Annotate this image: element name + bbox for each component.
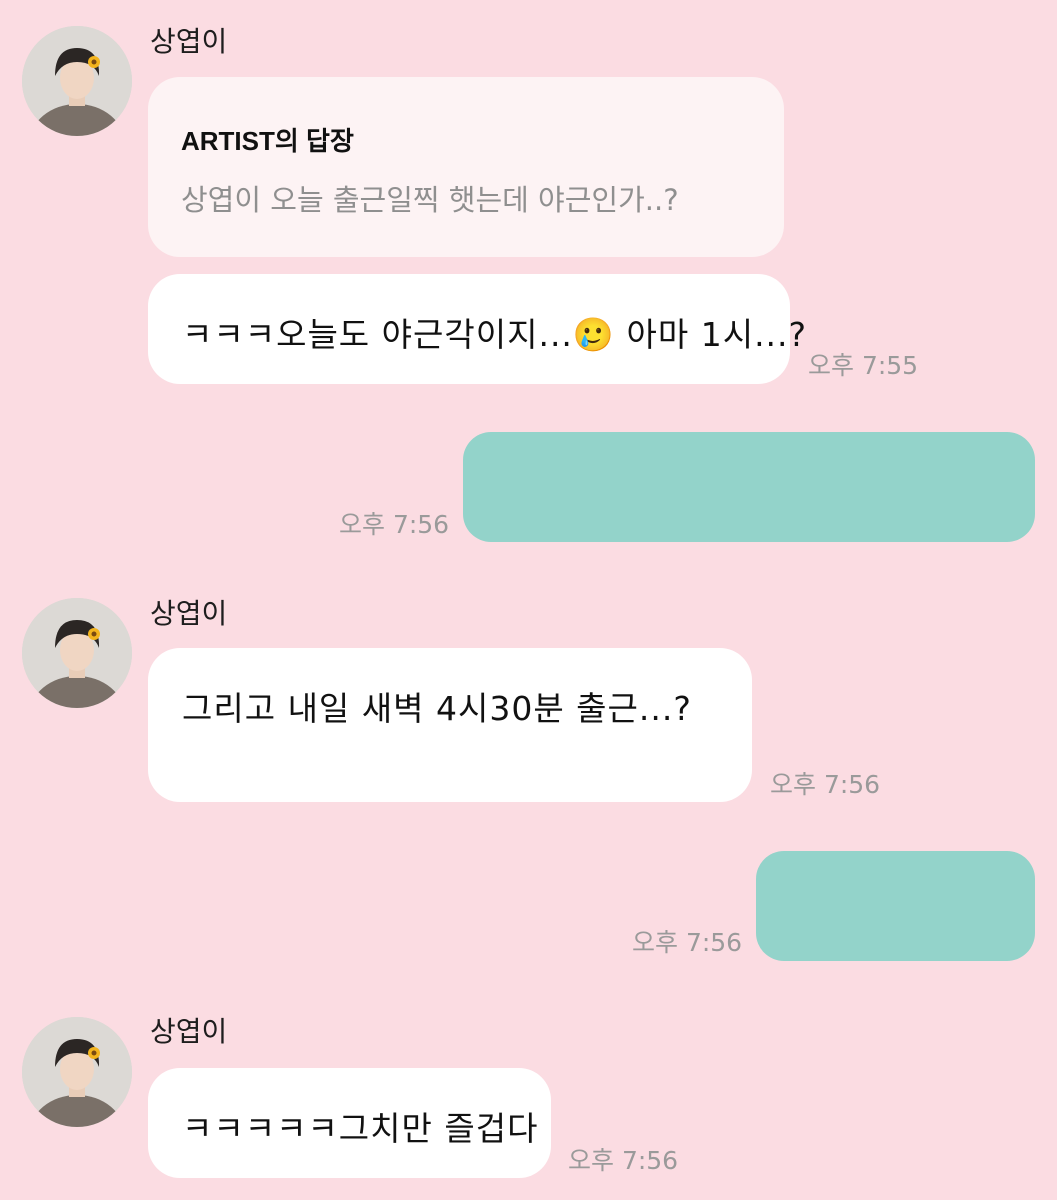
outgoing-message-bubble[interactable] — [756, 851, 1035, 961]
sender-name: 상엽이 — [150, 1015, 228, 1048]
message-bubble[interactable]: ㅋㅋㅋㅋㅋ그치만 즐겁다 — [148, 1068, 551, 1178]
message-timestamp: 오후 7:55 — [808, 351, 919, 380]
avatar[interactable] — [22, 598, 132, 708]
message-bubble[interactable]: 그리고 내일 새벽 4시30분 출근...? — [148, 648, 752, 802]
message-timestamp: 오후 7:56 — [568, 1146, 679, 1175]
outgoing-message-bubble[interactable] — [463, 432, 1035, 542]
reply-title: ARTIST의 답장 — [181, 126, 354, 156]
reply-message-bubble[interactable]: ARTIST의 답장 상엽이 오늘 출근일찍 햇는데 야근인가..? — [148, 77, 784, 257]
sender-name: 상엽이 — [150, 25, 228, 58]
avatar[interactable] — [22, 26, 132, 136]
message-text: ㅋㅋㅋ오늘도 야근각이지...🥲 아마 1시...? — [182, 315, 808, 354]
message-timestamp: 오후 7:56 — [770, 770, 881, 799]
avatar-icon — [22, 598, 132, 708]
message-text: 그리고 내일 새벽 4시30분 출근...? — [182, 689, 692, 728]
sender-name: 상엽이 — [150, 597, 228, 630]
message-timestamp: 오후 7:56 — [632, 928, 743, 957]
message-bubble[interactable]: ㅋㅋㅋ오늘도 야근각이지...🥲 아마 1시...? — [148, 274, 806, 384]
message-timestamp: 오후 7:56 — [339, 510, 450, 539]
reply-quote-text: 상엽이 오늘 출근일찍 햇는데 야근인가..? — [181, 183, 679, 217]
avatar-icon — [22, 26, 132, 136]
avatar-icon — [22, 1017, 132, 1127]
avatar[interactable] — [22, 1017, 132, 1127]
message-text: ㅋㅋㅋㅋㅋ그치만 즐겁다 — [182, 1109, 539, 1148]
